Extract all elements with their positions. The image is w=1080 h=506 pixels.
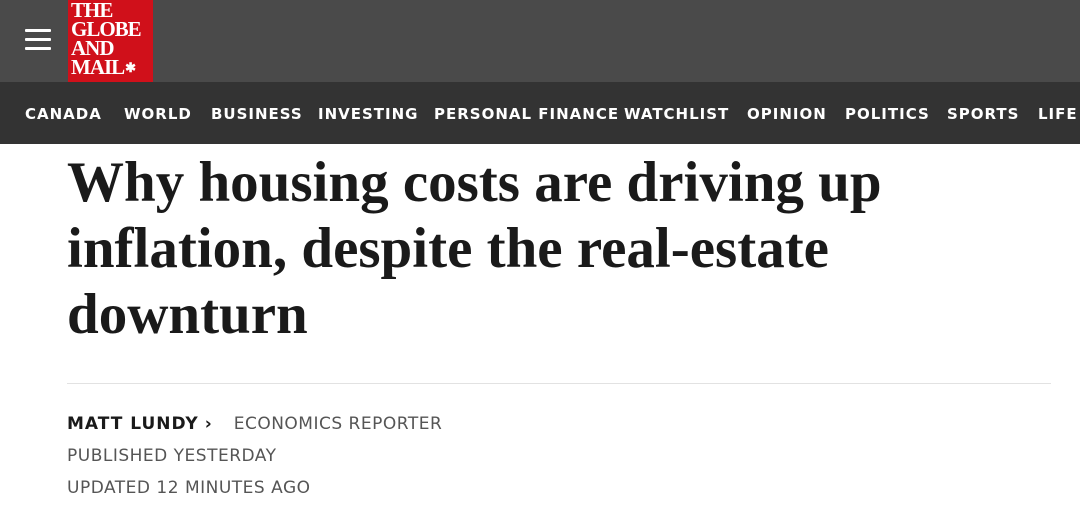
nav-item-sports[interactable]: SPORTS	[947, 105, 1019, 123]
nav-item-life[interactable]: LIFE	[1038, 105, 1078, 123]
author-role: ECONOMICS REPORTER	[233, 414, 443, 434]
nav-item-world[interactable]: WORLD	[124, 105, 192, 123]
site-logo[interactable]: THE GLOBE AND MAIL✱	[68, 0, 153, 82]
nav-item-opinion[interactable]: OPINION	[747, 105, 827, 123]
nav-item-personal-finance[interactable]: PERSONAL FINANCE	[434, 105, 619, 123]
byline: MATT LUNDY › ECONOMICS REPORTER	[67, 413, 442, 435]
page: THE GLOBE AND MAIL✱ CANADA WORLD BUSINES…	[0, 0, 1080, 506]
menu-line	[25, 38, 51, 41]
hamburger-menu-icon[interactable]	[25, 29, 51, 51]
nav-item-politics[interactable]: POLITICS	[845, 105, 930, 123]
maple-leaf-icon: ✱	[125, 60, 136, 75]
logo-line: MAIL✱	[71, 55, 153, 79]
updated-date: UPDATED 12 MINUTES AGO	[67, 478, 311, 498]
chevron-right-icon[interactable]: ›	[205, 413, 212, 435]
published-date: PUBLISHED YESTERDAY	[67, 446, 277, 466]
top-header-bar: THE GLOBE AND MAIL✱	[0, 0, 1080, 82]
section-nav: CANADA WORLD BUSINESS INVESTING PERSONAL…	[0, 82, 1080, 144]
divider	[67, 383, 1051, 384]
menu-line	[25, 29, 51, 32]
nav-item-business[interactable]: BUSINESS	[211, 105, 303, 123]
article-headline: Why housing costs are driving up inflati…	[67, 151, 882, 346]
nav-item-watchlist[interactable]: WATCHLIST	[624, 105, 729, 123]
author-link[interactable]: MATT LUNDY	[67, 414, 199, 434]
menu-line	[25, 47, 51, 50]
nav-item-investing[interactable]: INVESTING	[318, 105, 418, 123]
logo-line-text: MAIL	[71, 55, 125, 79]
nav-item-canada[interactable]: CANADA	[25, 105, 102, 123]
